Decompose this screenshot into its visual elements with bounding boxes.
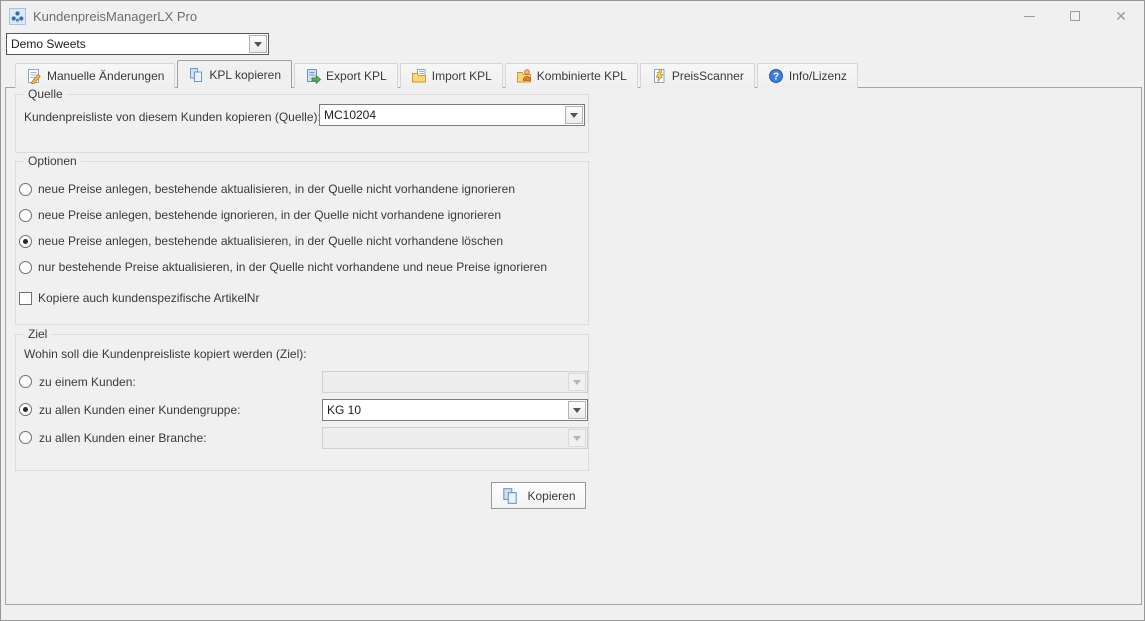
quelle-label: Kundenpreisliste von diesem Kunden kopie…	[24, 110, 321, 124]
info-circle-icon: ?	[768, 68, 784, 84]
maximize-icon	[1070, 11, 1080, 21]
window-controls: ✕	[1006, 1, 1144, 31]
copy-pages-icon	[188, 67, 204, 83]
option-radio-label[interactable]: neue Preise anlegen, bestehende ignorier…	[38, 208, 501, 222]
company-selector-combobox[interactable]: Demo Sweets	[6, 33, 269, 55]
tab-label: PreisScanner	[672, 69, 744, 83]
folder-person-icon	[516, 68, 532, 84]
minimize-icon	[1024, 16, 1035, 17]
ziel-radio-label[interactable]: zu allen Kunden einer Branche:	[39, 431, 206, 445]
checkbox-label[interactable]: Kopiere auch kundenspezifische ArtikelNr	[38, 291, 259, 305]
quelle-combobox[interactable]: MC10204	[319, 104, 585, 126]
option-radio-label[interactable]: neue Preise anlegen, bestehende aktualis…	[38, 234, 503, 248]
tab-label: Manuelle Änderungen	[47, 69, 164, 83]
option-radio-label[interactable]: nur bestehende Preise aktualisieren, in …	[38, 260, 547, 274]
titlebar: KundenpreisManagerLX Pro ✕	[1, 1, 1144, 31]
app-icon	[9, 8, 26, 25]
quelle-group: Quelle Kundenpreisliste von diesem Kunde…	[15, 94, 589, 153]
option-radio-row-1[interactable]: neue Preise anlegen, bestehende aktualis…	[19, 180, 585, 198]
company-selector-dropdown-button[interactable]	[249, 35, 267, 53]
radio-selected-icon[interactable]	[19, 235, 32, 248]
ziel-group-title: Ziel	[24, 327, 51, 341]
option-radio-row-4[interactable]: nur bestehende Preise aktualisieren, in …	[19, 258, 585, 276]
chevron-down-icon	[570, 113, 578, 118]
company-selector-value[interactable]: Demo Sweets	[7, 34, 248, 54]
tab-info-lizenz[interactable]: ? Info/Lizenz	[757, 63, 858, 88]
ziel-radio-label[interactable]: zu allen Kunden einer Kundengruppe:	[39, 403, 241, 417]
tab-label: Import KPL	[432, 69, 492, 83]
maximize-button[interactable]	[1052, 1, 1098, 31]
window-title: KundenpreisManagerLX Pro	[33, 9, 197, 24]
kopieren-button[interactable]: Kopieren	[491, 482, 586, 509]
radio-icon[interactable]	[19, 431, 32, 444]
quelle-dropdown-button[interactable]	[565, 106, 583, 124]
option-radio-row-2[interactable]: neue Preise anlegen, bestehende ignorier…	[19, 206, 585, 224]
app-window: KundenpreisManagerLX Pro ✕ Demo Sweets M…	[0, 0, 1145, 621]
option-radio-label[interactable]: neue Preise anlegen, bestehende aktualis…	[38, 182, 515, 196]
chevron-down-icon	[573, 408, 581, 413]
ziel-row-kundengruppe[interactable]: zu allen Kunden einer Kundengruppe: KG 1…	[19, 399, 585, 421]
radio-icon[interactable]	[19, 375, 32, 388]
export-page-icon	[305, 68, 321, 84]
close-button[interactable]: ✕	[1098, 1, 1144, 31]
svg-text:?: ?	[773, 72, 779, 83]
chevron-down-icon	[254, 42, 262, 47]
tab-label: Export KPL	[326, 69, 387, 83]
ziel-radio-label[interactable]: zu einem Kunden:	[39, 375, 136, 389]
copy-articlenr-checkbox-row[interactable]: Kopiere auch kundenspezifische ArtikelNr	[19, 289, 585, 307]
ziel-kunde-combobox-value	[323, 372, 567, 392]
tab-page-kpl-kopieren: Quelle Kundenpreisliste von diesem Kunde…	[5, 87, 1142, 605]
scanner-bolt-icon	[651, 68, 667, 84]
quelle-group-title: Quelle	[24, 87, 67, 101]
ziel-kundengruppe-dropdown-button[interactable]	[568, 401, 586, 419]
copy-pages-icon	[501, 487, 519, 505]
import-folder-icon	[411, 68, 427, 84]
minimize-button[interactable]	[1006, 1, 1052, 31]
ziel-kundengruppe-combobox[interactable]: KG 10	[322, 399, 588, 421]
tab-label: Kombinierte KPL	[537, 69, 627, 83]
optionen-group: Optionen neue Preise anlegen, bestehende…	[15, 161, 589, 325]
radio-icon[interactable]	[19, 261, 32, 274]
ziel-row-kunde[interactable]: zu einem Kunden:	[19, 371, 585, 393]
optionen-group-title: Optionen	[24, 154, 81, 168]
tab-export-kpl[interactable]: Export KPL	[294, 63, 398, 88]
radio-icon[interactable]	[19, 183, 32, 196]
tab-kombinierte-kpl[interactable]: Kombinierte KPL	[505, 63, 638, 88]
ziel-group: Ziel Wohin soll die Kundenpreisliste kop…	[15, 334, 589, 471]
tab-kpl-kopieren[interactable]: KPL kopieren	[177, 60, 292, 88]
chevron-down-icon	[573, 436, 581, 441]
ziel-branche-combobox-value	[323, 428, 567, 448]
ziel-branche-dropdown-button	[568, 429, 586, 447]
edit-document-icon	[26, 68, 42, 84]
close-icon: ✕	[1115, 9, 1127, 23]
tab-preisscanner[interactable]: PreisScanner	[640, 63, 755, 88]
ziel-kunde-dropdown-button	[568, 373, 586, 391]
checkbox-icon[interactable]	[19, 292, 32, 305]
ziel-branche-combobox	[322, 427, 588, 449]
radio-icon[interactable]	[19, 209, 32, 222]
kopieren-button-label: Kopieren	[527, 489, 575, 503]
quelle-combobox-value[interactable]: MC10204	[320, 105, 564, 125]
tab-label: KPL kopieren	[209, 68, 281, 82]
ziel-kundengruppe-combobox-value[interactable]: KG 10	[323, 400, 567, 420]
chevron-down-icon	[573, 380, 581, 385]
radio-selected-icon[interactable]	[19, 403, 32, 416]
ziel-kunde-combobox	[322, 371, 588, 393]
option-radio-row-3[interactable]: neue Preise anlegen, bestehende aktualis…	[19, 232, 585, 250]
tab-manuelle-aenderungen[interactable]: Manuelle Änderungen	[15, 63, 175, 88]
tab-label: Info/Lizenz	[789, 69, 847, 83]
tab-import-kpl[interactable]: Import KPL	[400, 63, 503, 88]
ziel-intro-label: Wohin soll die Kundenpreisliste kopiert …	[24, 347, 307, 361]
ziel-row-branche[interactable]: zu allen Kunden einer Branche:	[19, 427, 585, 449]
tabstrip: Manuelle Änderungen KPL kopieren Export …	[5, 60, 1140, 88]
